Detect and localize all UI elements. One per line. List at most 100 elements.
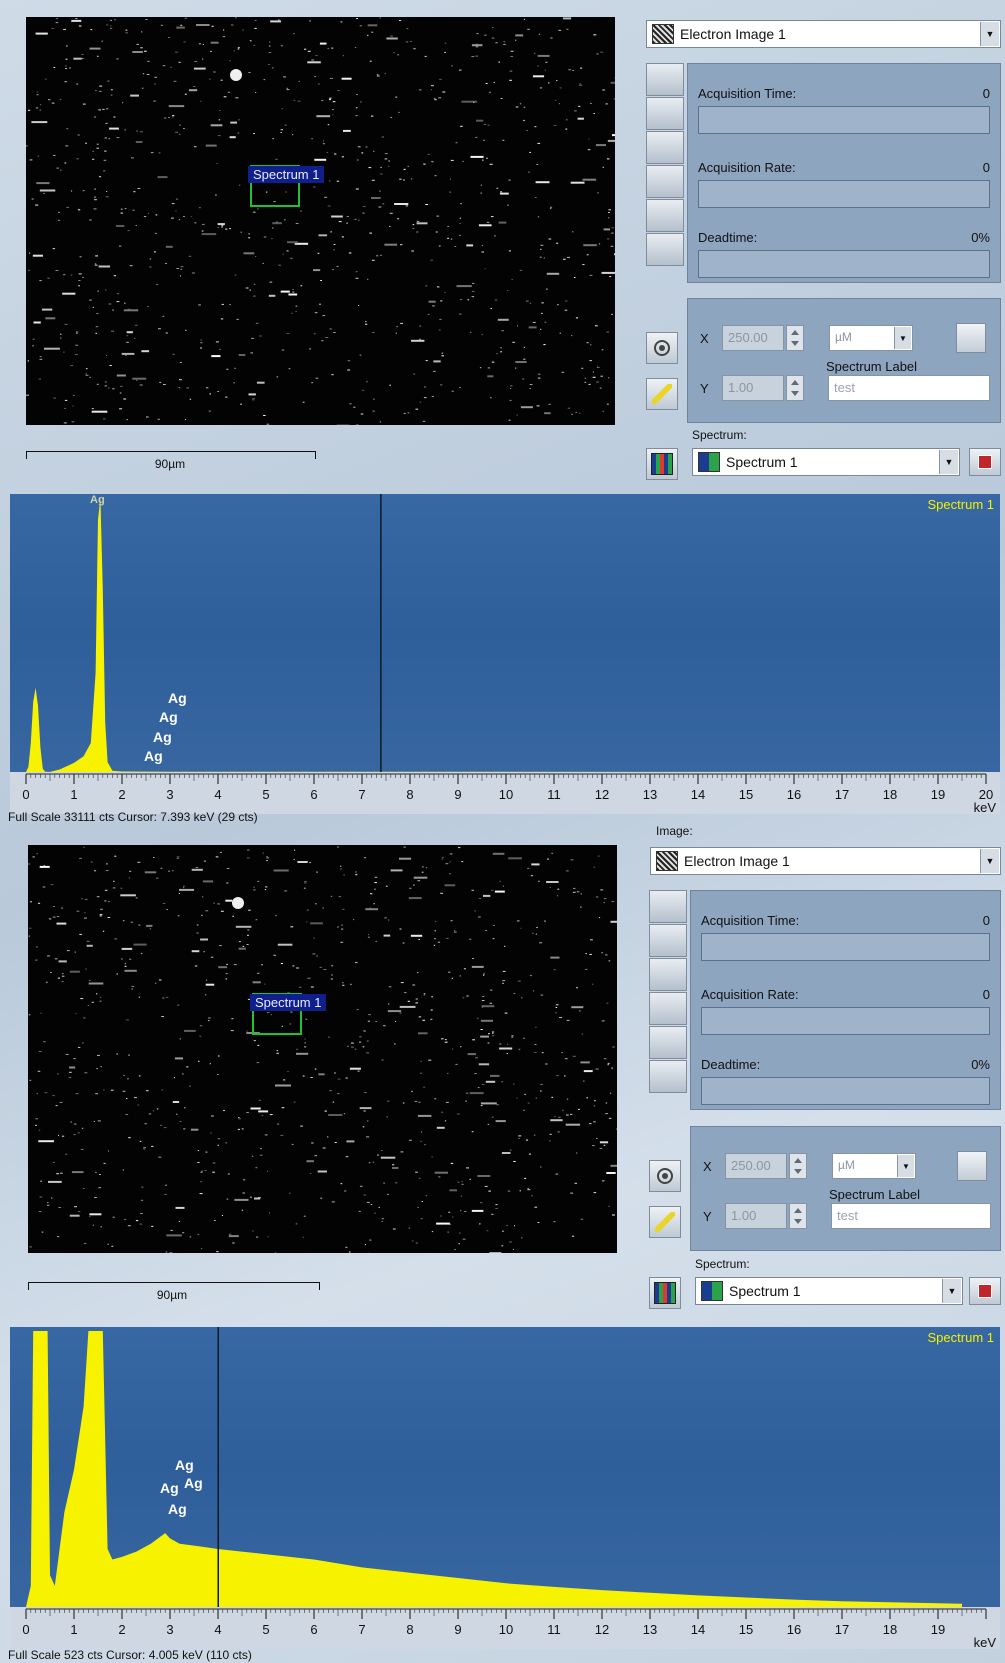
- side-button-5[interactable]: [649, 1026, 687, 1059]
- chevron-down-icon[interactable]: ▼: [942, 1279, 961, 1303]
- side-button-3[interactable]: [649, 958, 687, 991]
- speckle: [78, 280, 81, 281]
- spectrum-dropdown[interactable]: Spectrum 1 ▼: [692, 448, 960, 476]
- speckle: [133, 943, 147, 946]
- speckle: [460, 1195, 463, 1197]
- stop-button[interactable]: [969, 448, 1001, 476]
- side-button-5[interactable]: [646, 199, 684, 232]
- wand-button[interactable]: [649, 1206, 681, 1238]
- chevron-down-icon[interactable]: ▼: [980, 849, 999, 873]
- speckle: [109, 365, 112, 366]
- y-input[interactable]: 1.00: [722, 375, 784, 401]
- speckle: [455, 142, 458, 144]
- side-button-1[interactable]: [646, 63, 684, 96]
- speckle: [432, 305, 435, 307]
- speckle: [547, 858, 549, 860]
- side-button-2[interactable]: [646, 97, 684, 130]
- speckle: [306, 921, 308, 923]
- speckle: [205, 1151, 208, 1153]
- speckle: [40, 104, 42, 106]
- speckle: [514, 1225, 515, 1227]
- speckle: [550, 956, 560, 959]
- speckle: [283, 76, 286, 78]
- side-button-4[interactable]: [649, 992, 687, 1025]
- image-dropdown[interactable]: Electron Image 1 ▼: [646, 20, 1001, 48]
- speckle: [506, 1224, 509, 1226]
- spectrum-dropdown[interactable]: Spectrum 1 ▼: [695, 1277, 963, 1305]
- unit-select[interactable]: µM ▼: [832, 1153, 916, 1179]
- speckle: [155, 982, 157, 984]
- image-dropdown[interactable]: Electron Image 1 ▼: [650, 847, 1001, 875]
- speckle: [98, 1187, 101, 1189]
- side-button-6[interactable]: [649, 1060, 687, 1093]
- speckle: [116, 225, 125, 227]
- spectrum-view-button[interactable]: [649, 1277, 681, 1309]
- y-spinner[interactable]: [786, 375, 804, 401]
- speckle: [263, 415, 266, 416]
- stop-button[interactable]: [969, 1277, 1001, 1305]
- x-input[interactable]: 250.00: [725, 1153, 787, 1179]
- speckle: [172, 1101, 180, 1103]
- y-spinner[interactable]: [789, 1203, 807, 1229]
- side-button-6[interactable]: [646, 233, 684, 266]
- speckle: [610, 1164, 617, 1167]
- target-button[interactable]: [646, 332, 678, 364]
- acq-rate-label: Acquisition Rate:: [698, 160, 796, 175]
- chevron-down-icon[interactable]: ▼: [980, 22, 999, 46]
- speckle: [284, 219, 286, 221]
- wand-button[interactable]: [646, 378, 678, 410]
- speckle: [300, 210, 302, 212]
- chevron-down-icon[interactable]: ▼: [939, 450, 958, 474]
- speckle: [158, 152, 161, 154]
- magic-wand-icon: [655, 1212, 675, 1232]
- x-spinner[interactable]: [789, 1153, 807, 1179]
- speckle: [544, 412, 551, 415]
- spectrum-view-button[interactable]: [646, 448, 678, 480]
- side-button-4[interactable]: [646, 165, 684, 198]
- speckle: [444, 51, 446, 53]
- target-button[interactable]: [649, 1160, 681, 1192]
- speckle: [75, 332, 78, 334]
- speckle: [234, 1198, 249, 1201]
- speckle: [38, 1211, 42, 1212]
- speckle: [241, 1128, 244, 1130]
- square-button[interactable]: [956, 323, 986, 353]
- spectrum-label-input[interactable]: test: [831, 1203, 991, 1229]
- speckle: [359, 25, 362, 27]
- spectrum-chart[interactable]: Spectrum 1 Ag Ag Ag Ag: [10, 1327, 1000, 1607]
- speckle: [328, 1114, 343, 1116]
- side-button-3[interactable]: [646, 131, 684, 164]
- square-button[interactable]: [957, 1151, 987, 1181]
- x-input[interactable]: 250.00: [722, 325, 784, 351]
- speckle: [611, 232, 614, 234]
- electron-image-view[interactable]: Spectrum 1: [28, 845, 617, 1253]
- speckle: [360, 413, 364, 415]
- side-button-2[interactable]: [649, 924, 687, 957]
- speckle: [188, 255, 192, 257]
- speckle: [456, 1113, 460, 1115]
- x-spinner[interactable]: [786, 325, 804, 351]
- speckle: [423, 994, 425, 996]
- speckle: [416, 972, 419, 974]
- speckle: [92, 1224, 94, 1226]
- side-button-1[interactable]: [649, 890, 687, 923]
- unit-select[interactable]: µM ▼: [829, 325, 913, 351]
- speckle: [445, 863, 449, 865]
- speckle: [447, 1231, 449, 1233]
- y-input[interactable]: 1.00: [725, 1203, 787, 1229]
- speckle: [162, 315, 165, 317]
- speckle: [438, 329, 441, 331]
- spectrum-label-input[interactable]: test: [828, 375, 990, 401]
- electron-image-view[interactable]: Spectrum 1: [26, 17, 615, 425]
- spectrum-chart[interactable]: Spectrum 1 Ag Ag Ag Ag Ag: [10, 494, 1000, 772]
- acq-time-row: Acquisition Time: 0: [701, 913, 990, 928]
- speckle: [95, 1093, 98, 1095]
- speckle: [194, 146, 197, 148]
- speckle: [128, 877, 131, 879]
- speckle: [66, 45, 68, 47]
- speckle: [515, 39, 517, 41]
- speckle: [365, 321, 367, 323]
- sem-speckle: [26, 17, 615, 425]
- speckle: [144, 1123, 148, 1125]
- speckle: [105, 870, 109, 871]
